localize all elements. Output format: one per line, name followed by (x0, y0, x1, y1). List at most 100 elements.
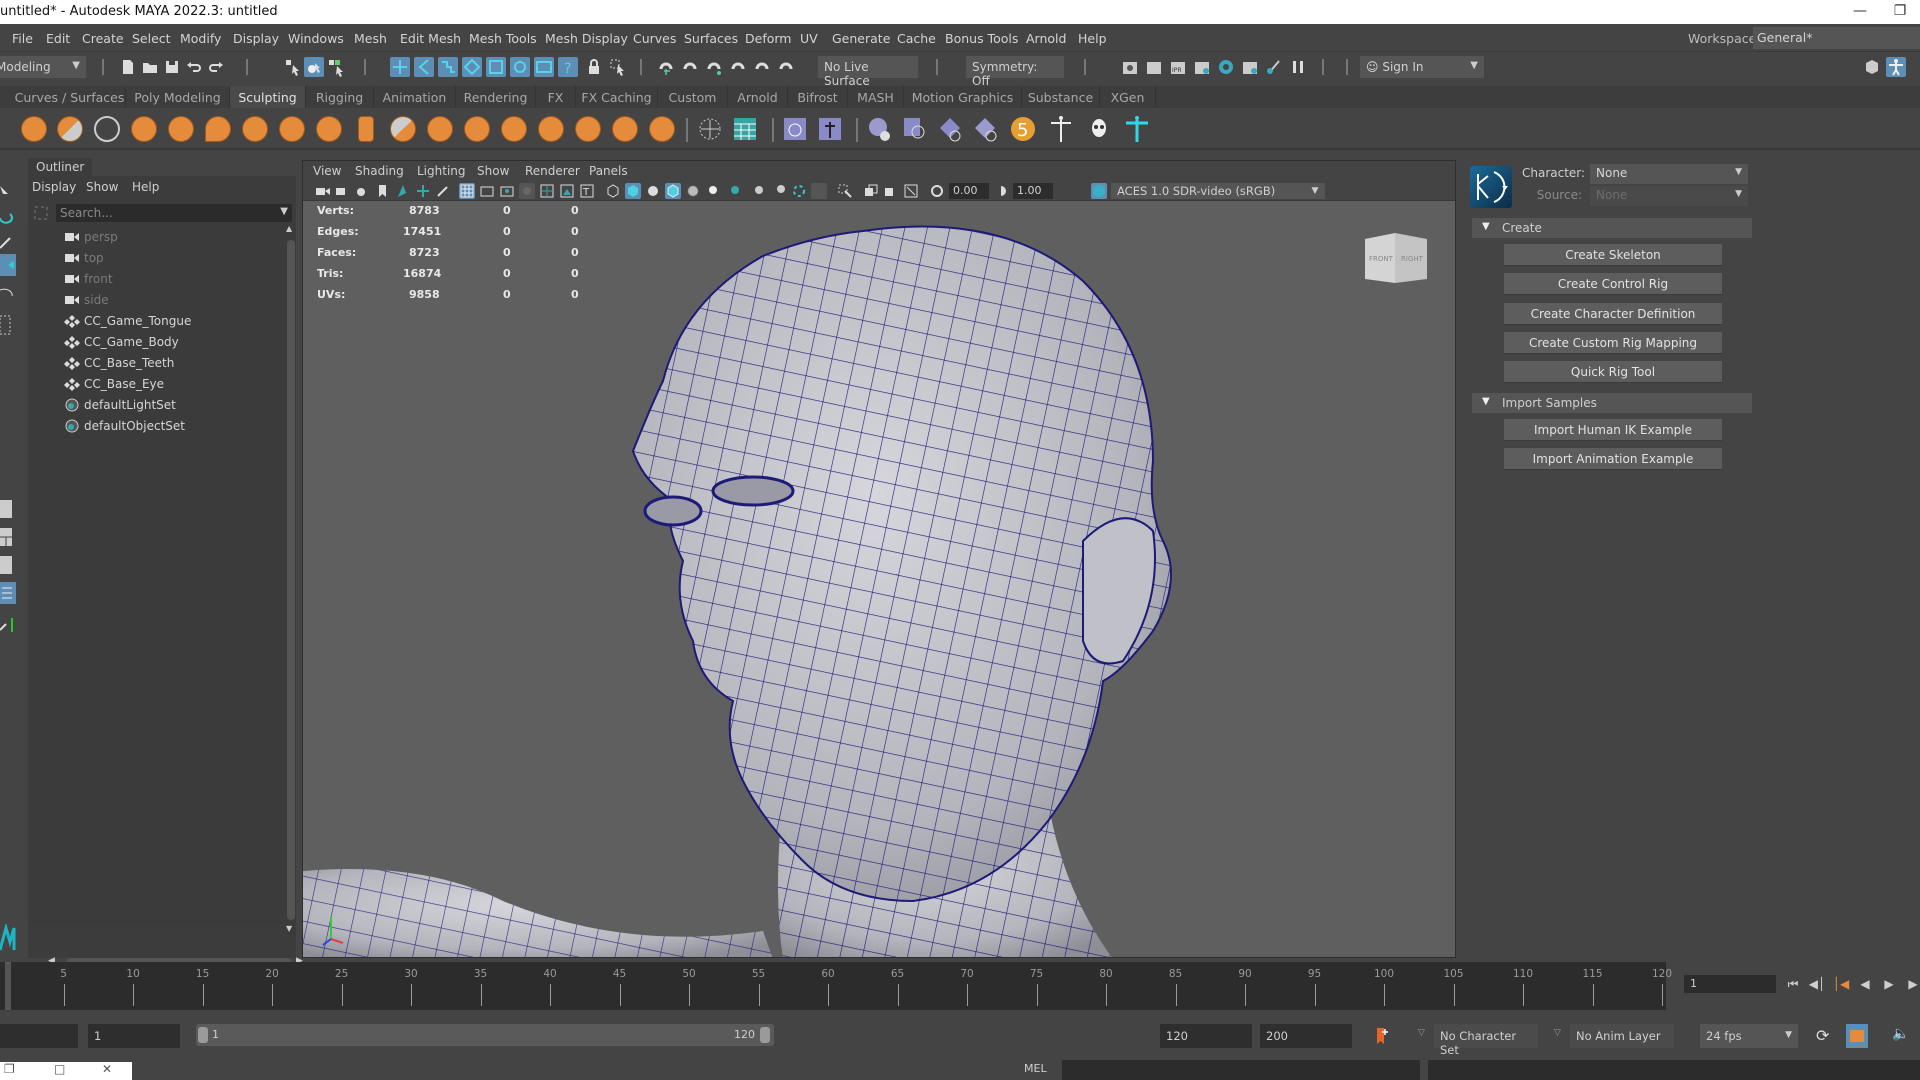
safe-action-toggle[interactable] (559, 183, 575, 199)
snap-to-points-button[interactable] (704, 57, 724, 77)
make-live-button[interactable] (510, 57, 530, 77)
modeling-toolkit-button[interactable] (1862, 57, 1882, 77)
shelf-tab-mash[interactable]: MASH (848, 86, 904, 108)
freeze-tool-icon[interactable] (649, 116, 675, 142)
bookmark-add-button[interactable] (1374, 1026, 1390, 1046)
wireframe-on-shaded-toggle[interactable] (665, 183, 681, 199)
blend-shape-editor-button[interactable] (780, 114, 810, 144)
hypershade-button[interactable] (1216, 57, 1236, 77)
viewcube-front-label[interactable]: FRONT (1369, 255, 1394, 263)
viewcube-right-label[interactable]: RIGHT (1401, 255, 1424, 263)
shape-editor-button[interactable] (815, 114, 845, 144)
outliner-search-input[interactable]: Search... ▼ (56, 204, 292, 222)
create-control-rig-button[interactable]: Create Control Rig (1504, 273, 1722, 295)
step-back-key-button[interactable]: │◀ (1832, 975, 1850, 993)
xray-joints-toggle[interactable] (863, 183, 879, 199)
exposure-toggle[interactable] (929, 183, 945, 199)
rotate-tool-button[interactable] (0, 282, 16, 304)
smear-tool-icon[interactable] (538, 116, 564, 142)
field-chart-toggle[interactable] (539, 183, 555, 199)
snap-grid-button[interactable] (390, 57, 410, 77)
2d-pan-zoom-button[interactable] (415, 183, 431, 199)
search-tool-button[interactable] (0, 614, 16, 636)
menu-set-dropdown[interactable]: Modeling ▼ (0, 56, 86, 78)
gamma-toggle[interactable] (993, 183, 1009, 199)
play-forwards-button[interactable]: ▶ (1880, 975, 1898, 993)
shelf-tab-sculpting[interactable]: Sculpting (230, 86, 306, 108)
snap-to-components-button[interactable] (728, 57, 748, 77)
resolution-gate-toggle[interactable] (499, 183, 515, 199)
amplify-tool-icon[interactable] (612, 116, 638, 142)
xray-active-toggle[interactable] (883, 183, 899, 199)
section-create-header[interactable]: ▼ Create (1472, 218, 1752, 238)
animation-start-field[interactable] (0, 1024, 78, 1048)
animation-end-field[interactable]: 200 (1260, 1024, 1352, 1048)
wireframe-toggle[interactable] (605, 183, 621, 199)
wax-tool-icon[interactable] (390, 116, 416, 142)
outliner-menu-show[interactable]: Show (86, 180, 118, 194)
shelf-tab-fx[interactable]: FX (536, 86, 576, 108)
render-setup-button[interactable] (1240, 57, 1260, 77)
shelf-tab-animation[interactable]: Animation (374, 86, 456, 108)
menu-mesh[interactable]: Mesh (354, 31, 387, 46)
menu-create[interactable]: Create (82, 31, 124, 46)
pinch-tool-icon[interactable] (168, 116, 194, 142)
current-time-marker[interactable] (5, 962, 11, 1010)
gate-mask-toggle[interactable] (519, 183, 535, 199)
snap-to-curves-button[interactable] (680, 57, 700, 77)
live-surface-field[interactable]: No Live Surface (818, 56, 918, 88)
image-plane-button[interactable] (395, 183, 411, 199)
outliner-scroll-thumb[interactable] (287, 240, 295, 920)
step-forward-key-button[interactable]: ▶ (1904, 975, 1920, 993)
snap-curve-button[interactable] (414, 57, 434, 77)
sound-button[interactable]: 🔈 (1892, 1026, 1912, 1046)
grease-pencil-button[interactable] (435, 183, 451, 199)
character-dropdown[interactable]: None ▼ (1590, 164, 1748, 184)
bulge-tool-icon[interactable] (575, 116, 601, 142)
close-icon[interactable]: ✕ (102, 1062, 112, 1076)
pause-viewport-button[interactable] (1288, 57, 1308, 77)
viewport-menu-panels[interactable]: Panels (589, 164, 628, 178)
smooth-shade-toggle[interactable] (625, 183, 641, 199)
view-transform-dropdown[interactable]: ACES 1.0 SDR-video (sRGB) (1111, 183, 1323, 199)
menu-edit-mesh[interactable]: Edit Mesh (400, 31, 461, 46)
character-set-dropdown[interactable]: No Character Set (1434, 1024, 1538, 1057)
step-back-frame-button[interactable]: ◀│ (1808, 975, 1826, 993)
save-scene-button[interactable] (162, 57, 182, 77)
texture-deformer-button[interactable] (935, 114, 965, 144)
shelf-tab-bifrost[interactable]: Bifrost (788, 86, 848, 108)
foamy-tool-icon[interactable] (242, 116, 268, 142)
lock-camera-button[interactable] (335, 183, 351, 199)
shelf-tab-arnold[interactable]: Arnold (728, 86, 788, 108)
menu-mesh-display[interactable]: Mesh Display (545, 31, 628, 46)
scrape-tool-icon[interactable] (427, 116, 453, 142)
view-cube[interactable]: FRONT RIGHT (1363, 231, 1429, 285)
section-import-samples-header[interactable]: ▼ Import Samples (1472, 393, 1752, 413)
grab-tool-icon[interactable] (131, 116, 157, 142)
skeleton-button[interactable] (1046, 114, 1076, 144)
scale-tool-button[interactable] (0, 314, 16, 336)
shadows-toggle[interactable] (725, 183, 741, 199)
outliner-menu-help[interactable]: Help (132, 180, 159, 194)
playback-end-field[interactable]: 120 (1160, 1024, 1252, 1048)
cache-playback-toggle[interactable] (1846, 1024, 1868, 1048)
number-5-button[interactable]: 5 (1008, 114, 1038, 144)
relax-tool-icon[interactable] (94, 116, 120, 142)
backface-culling-toggle[interactable] (903, 183, 919, 199)
move-tool-button[interactable] (0, 254, 16, 276)
view-transform-arrow[interactable]: ▼ (1305, 183, 1325, 199)
shelf-tab-rendering[interactable]: Rendering (456, 86, 536, 108)
fps-dropdown[interactable]: 24 fps ▼ (1700, 1024, 1798, 1048)
shelf-tab-rigging[interactable]: Rigging (306, 86, 374, 108)
film-gate-toggle[interactable] (479, 183, 495, 199)
quick-rig-tool-button[interactable]: Quick Rig Tool (1504, 361, 1722, 383)
convert-to-frozen-button[interactable] (695, 114, 725, 144)
new-scene-button[interactable] (118, 57, 138, 77)
grid-toggle[interactable] (459, 183, 475, 199)
playback-start-field[interactable]: 1 (88, 1024, 180, 1048)
fill-tool-icon[interactable] (464, 116, 490, 142)
humanik-logo-button[interactable] (1470, 166, 1512, 208)
script-language-toggle[interactable]: MEL (1024, 1062, 1047, 1075)
open-scene-button[interactable] (140, 57, 160, 77)
two-pane-layout-button[interactable] (0, 554, 16, 576)
